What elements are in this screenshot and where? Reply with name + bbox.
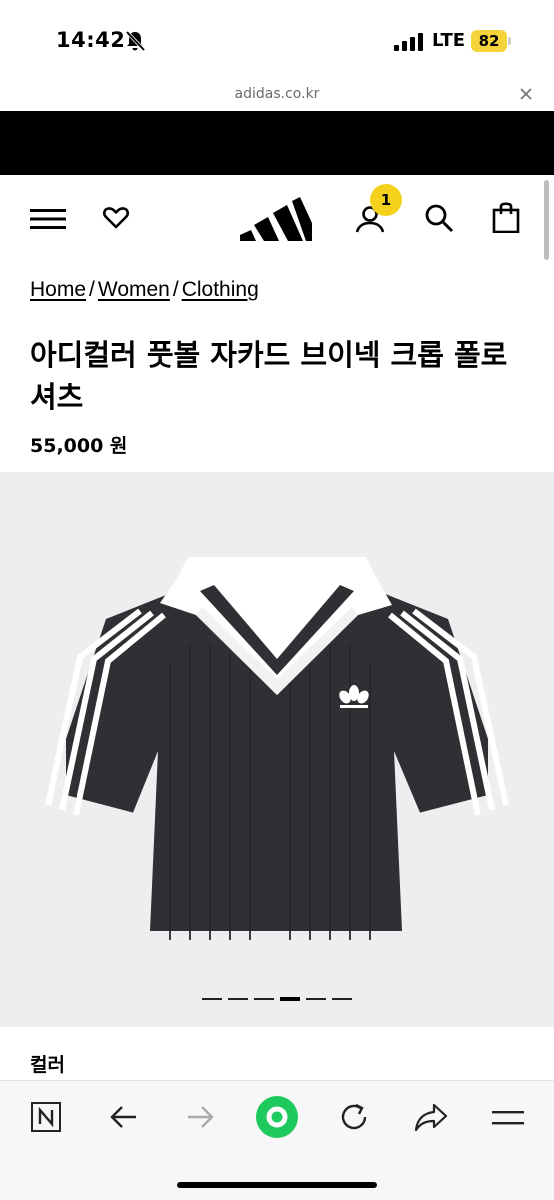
heart-icon[interactable] <box>102 204 130 232</box>
search-icon[interactable] <box>424 203 454 233</box>
url-bar[interactable]: adidas.co.kr <box>0 84 554 111</box>
scrollbar[interactable] <box>544 180 549 260</box>
hamburger-menu-icon[interactable] <box>30 207 66 231</box>
color-section-label: 컬러 <box>30 1054 65 1076</box>
carousel-dot[interactable] <box>228 998 248 1000</box>
reload-icon[interactable] <box>338 1101 370 1133</box>
bell-slash-icon <box>125 30 146 52</box>
network-label: LTE <box>432 30 466 51</box>
home-indicator[interactable] <box>177 1182 377 1188</box>
breadcrumb-separator: / <box>89 278 95 301</box>
cart-count-badge: 1 <box>370 184 402 216</box>
url-text[interactable]: adidas.co.kr <box>0 86 554 102</box>
status-time: 14:42 <box>56 28 126 52</box>
product-title: 아디컬러 풋볼 자카드 브이넥 크롭 폴로 셔츠 <box>30 338 508 414</box>
status-bar: 14:42 LTE 82 <box>0 0 554 84</box>
site-header: 1 <box>0 175 554 265</box>
carousel-dot[interactable] <box>202 998 222 1000</box>
shopping-bag-icon[interactable] <box>492 201 520 233</box>
close-icon[interactable] <box>518 86 534 102</box>
breadcrumb-women[interactable]: Women <box>98 278 170 301</box>
battery-icon: 82 <box>471 30 507 52</box>
breadcrumb-home[interactable]: Home <box>30 278 86 301</box>
share-icon[interactable] <box>414 1102 448 1132</box>
product-image-carousel[interactable] <box>0 472 554 1027</box>
breadcrumb: Home / Women / Clothing <box>30 278 259 302</box>
battery-tip <box>508 37 511 45</box>
forward-arrow-icon[interactable] <box>186 1102 216 1132</box>
carousel-dot-active[interactable] <box>280 997 300 1001</box>
promo-banner[interactable] <box>0 111 554 175</box>
naver-n-icon[interactable] <box>30 1101 62 1133</box>
green-circle-icon[interactable] <box>255 1095 299 1139</box>
breadcrumb-clothing[interactable]: Clothing <box>182 278 259 301</box>
carousel-dot[interactable] <box>254 998 274 1000</box>
carousel-dot[interactable] <box>332 998 352 1000</box>
product-price: 55,000 원 <box>30 435 128 457</box>
carousel-indicators <box>0 997 554 1001</box>
back-arrow-icon[interactable] <box>108 1102 138 1132</box>
signal-icon <box>394 33 423 51</box>
breadcrumb-separator: / <box>172 278 179 301</box>
carousel-dot[interactable] <box>306 998 326 1000</box>
product-image[interactable] <box>40 555 514 945</box>
adidas-logo[interactable] <box>240 197 312 241</box>
menu-icon[interactable] <box>492 1106 524 1130</box>
